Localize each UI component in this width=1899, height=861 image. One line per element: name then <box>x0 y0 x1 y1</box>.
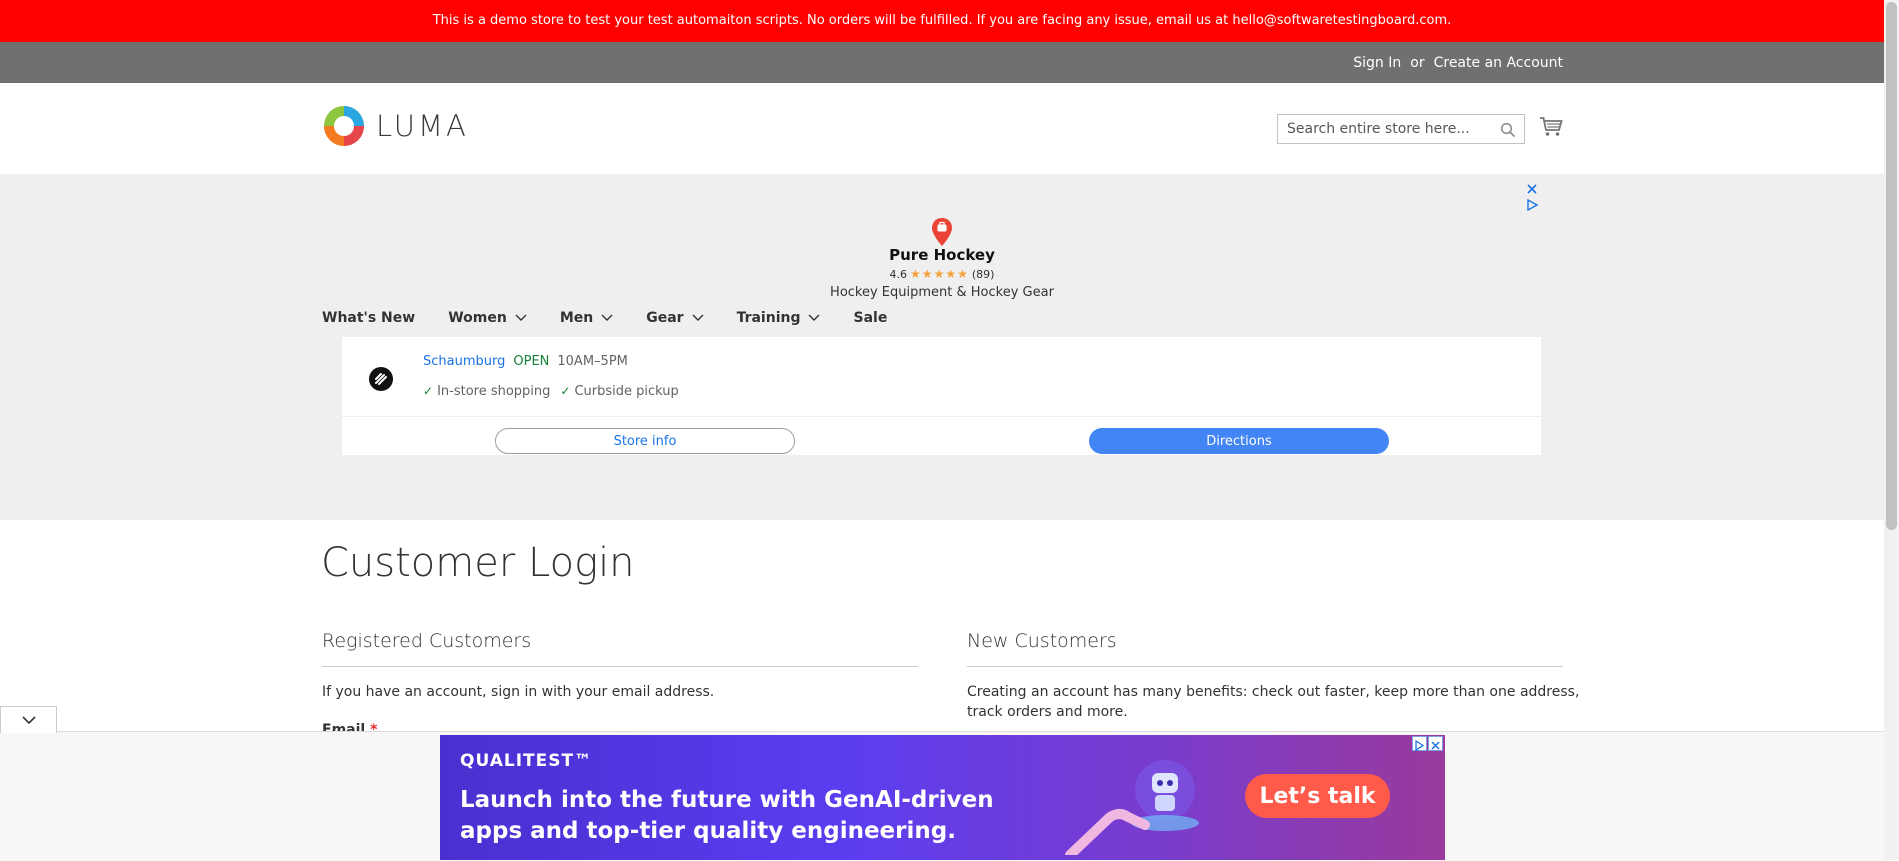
sign-in-link[interactable]: Sign In <box>1353 55 1401 71</box>
search-input[interactable] <box>1278 115 1487 143</box>
logo-text: LUMA <box>376 109 469 143</box>
qualitest-logo: QUALITEST™ <box>460 751 593 771</box>
scrollbar-thumb[interactable] <box>1886 2 1897 530</box>
search-box <box>1277 114 1525 144</box>
new-customers-text-line2: track orders and more. <box>967 704 1128 720</box>
ad-close-icon[interactable] <box>1526 183 1538 195</box>
review-count: (89) <box>971 267 995 281</box>
store-ad-area: Pure Hockey 4.6 ★★★★★ (89) Hockey Equipm… <box>0 174 1884 520</box>
create-account-link[interactable]: Create an Account <box>1434 55 1563 71</box>
collapse-ad-button[interactable] <box>0 706 57 733</box>
card-divider <box>342 416 1541 417</box>
new-customers-divider <box>967 666 1563 667</box>
main-navigation: What's New Women Men Gear Training Sale <box>322 310 920 326</box>
store-hours: 10AM–5PM <box>557 354 628 369</box>
business-name: Pure Hockey <box>889 246 995 264</box>
luma-logo[interactable]: LUMA <box>322 104 469 148</box>
header-panel: Sign In or Create an Account <box>0 42 1884 83</box>
luma-logo-icon <box>324 106 364 146</box>
store-features: ✓ In-store shopping ✓ Curbside pickup <box>423 384 679 399</box>
ad-choices-icon[interactable] <box>1526 199 1538 211</box>
registered-customers-title: Registered Customers <box>322 630 532 652</box>
chevron-down-icon <box>515 314 527 321</box>
chevron-down-icon <box>601 314 613 321</box>
store-info-button[interactable]: Store info <box>495 428 795 454</box>
lets-talk-button[interactable]: Let’s talk <box>1245 774 1390 818</box>
page-title: Customer Login <box>321 540 635 586</box>
chevron-down-icon <box>808 314 820 321</box>
page-scrollbar[interactable] <box>1884 0 1899 860</box>
feature-instore: ✓ In-store shopping <box>423 384 551 399</box>
store-location-link[interactable]: Schaumburg <box>423 354 505 369</box>
new-customers-text-line1: Creating an account has many benefits: c… <box>967 684 1580 700</box>
nav-women[interactable]: Women <box>448 310 527 326</box>
chevron-down-icon <box>22 716 36 725</box>
brand-logo-icon[interactable] <box>369 367 393 391</box>
registered-divider <box>322 666 918 667</box>
ad-choices-icon[interactable] <box>1412 736 1427 752</box>
directions-button[interactable]: Directions <box>1089 428 1389 454</box>
check-icon: ✓ <box>560 384 571 398</box>
search-icon[interactable] <box>1500 122 1516 138</box>
cart-icon[interactable] <box>1539 116 1563 138</box>
ad-close-icon[interactable] <box>1428 736 1443 751</box>
business-description: Hockey Equipment & Hockey Gear <box>830 285 1054 300</box>
nav-men[interactable]: Men <box>560 310 613 326</box>
robot-hand-icon <box>1065 760 1199 855</box>
nav-gear[interactable]: Gear <box>646 310 704 326</box>
new-customers-title: New Customers <box>967 630 1117 652</box>
feature-curbside: ✓ Curbside pickup <box>560 384 679 399</box>
rating-stars-icon: ★★★★★ <box>910 267 969 281</box>
store-card: Schaumburg OPEN 10AM–5PM ✓ In-store shopp… <box>342 337 1541 455</box>
nav-whats-new[interactable]: What's New <box>322 310 415 326</box>
registered-description: If you have an account, sign in with you… <box>322 684 715 700</box>
header-content: LUMA <box>0 83 1884 174</box>
chevron-down-icon <box>692 314 704 321</box>
map-pin-icon <box>932 218 952 246</box>
qualitest-banner-ad[interactable]: QUALITEST™ Launch into the future with G… <box>440 735 1445 860</box>
ad-tagline: Launch into the future with GenAI-driven… <box>460 787 994 844</box>
nav-sale[interactable]: Sale <box>853 310 887 326</box>
new-customers-description: Creating an account has many benefits: c… <box>967 682 1579 722</box>
store-open-status: OPEN <box>513 354 550 369</box>
or-separator: or <box>1410 54 1425 71</box>
header-links: Sign In or Create an Account <box>1353 42 1563 83</box>
store-status-line: Schaumburg OPEN 10AM–5PM <box>423 354 628 369</box>
rating-row: 4.6 ★★★★★ (89) <box>842 267 1042 281</box>
rating-value: 4.6 <box>889 267 908 281</box>
check-icon: ✓ <box>423 384 434 398</box>
nav-training[interactable]: Training <box>737 310 821 326</box>
demo-notice-banner: This is a demo store to test your test a… <box>0 0 1884 42</box>
